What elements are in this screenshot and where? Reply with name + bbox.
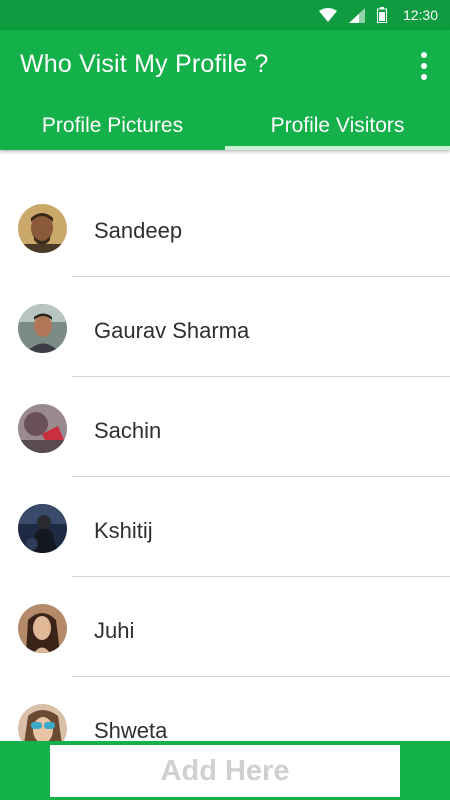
visitor-name: Sandeep	[94, 218, 183, 243]
wifi-icon	[318, 8, 337, 22]
visitor-name: Juhi	[94, 618, 135, 643]
battery-icon	[376, 7, 387, 23]
more-vert-icon[interactable]	[412, 48, 436, 84]
avatar	[18, 404, 67, 453]
status-bar: 12:30	[0, 0, 450, 30]
tab-profile-visitors[interactable]: Profile Visitors	[225, 104, 450, 150]
list-item[interactable]: Gaurav Sharma	[0, 282, 450, 382]
tab-bar: Profile Pictures Profile Visitors	[0, 104, 450, 150]
app-title: Who Visit My Profile ?	[20, 50, 269, 78]
menu-dot	[421, 63, 427, 69]
tab-profile-pictures[interactable]: Profile Pictures	[0, 104, 225, 150]
ad-banner-bar: Add Here	[0, 741, 450, 800]
visitor-name: Sachin	[94, 418, 162, 443]
list-item[interactable]: Kshitij	[0, 482, 450, 582]
divider	[72, 576, 450, 577]
signal-icon	[348, 7, 365, 23]
list-item[interactable]: Juhi	[0, 582, 450, 682]
app-bar: Who Visit My Profile ? Profile Pictures …	[0, 30, 450, 150]
avatar	[18, 304, 67, 353]
app-screen: 12:30 Who Visit My Profile ? Profile Pic…	[0, 0, 450, 800]
avatar	[18, 204, 67, 253]
divider	[72, 676, 450, 677]
menu-dot	[421, 52, 427, 58]
avatar	[18, 504, 67, 553]
divider	[72, 376, 450, 377]
avatar	[18, 604, 67, 653]
status-time: 12:30	[402, 7, 438, 23]
list-item[interactable]: Sandeep	[0, 182, 450, 282]
menu-dot	[421, 74, 427, 80]
divider	[72, 276, 450, 277]
visitor-list: Sandeep Gaurav Sharma Sachin Kshitij Juh…	[0, 182, 450, 782]
visitor-name: Gaurav Sharma	[94, 318, 250, 343]
status-icons: 12:30	[318, 0, 438, 30]
list-item[interactable]: Sachin	[0, 382, 450, 482]
ad-banner[interactable]: Add Here	[50, 745, 400, 797]
divider	[72, 476, 450, 477]
visitor-name: Kshitij	[94, 518, 153, 543]
